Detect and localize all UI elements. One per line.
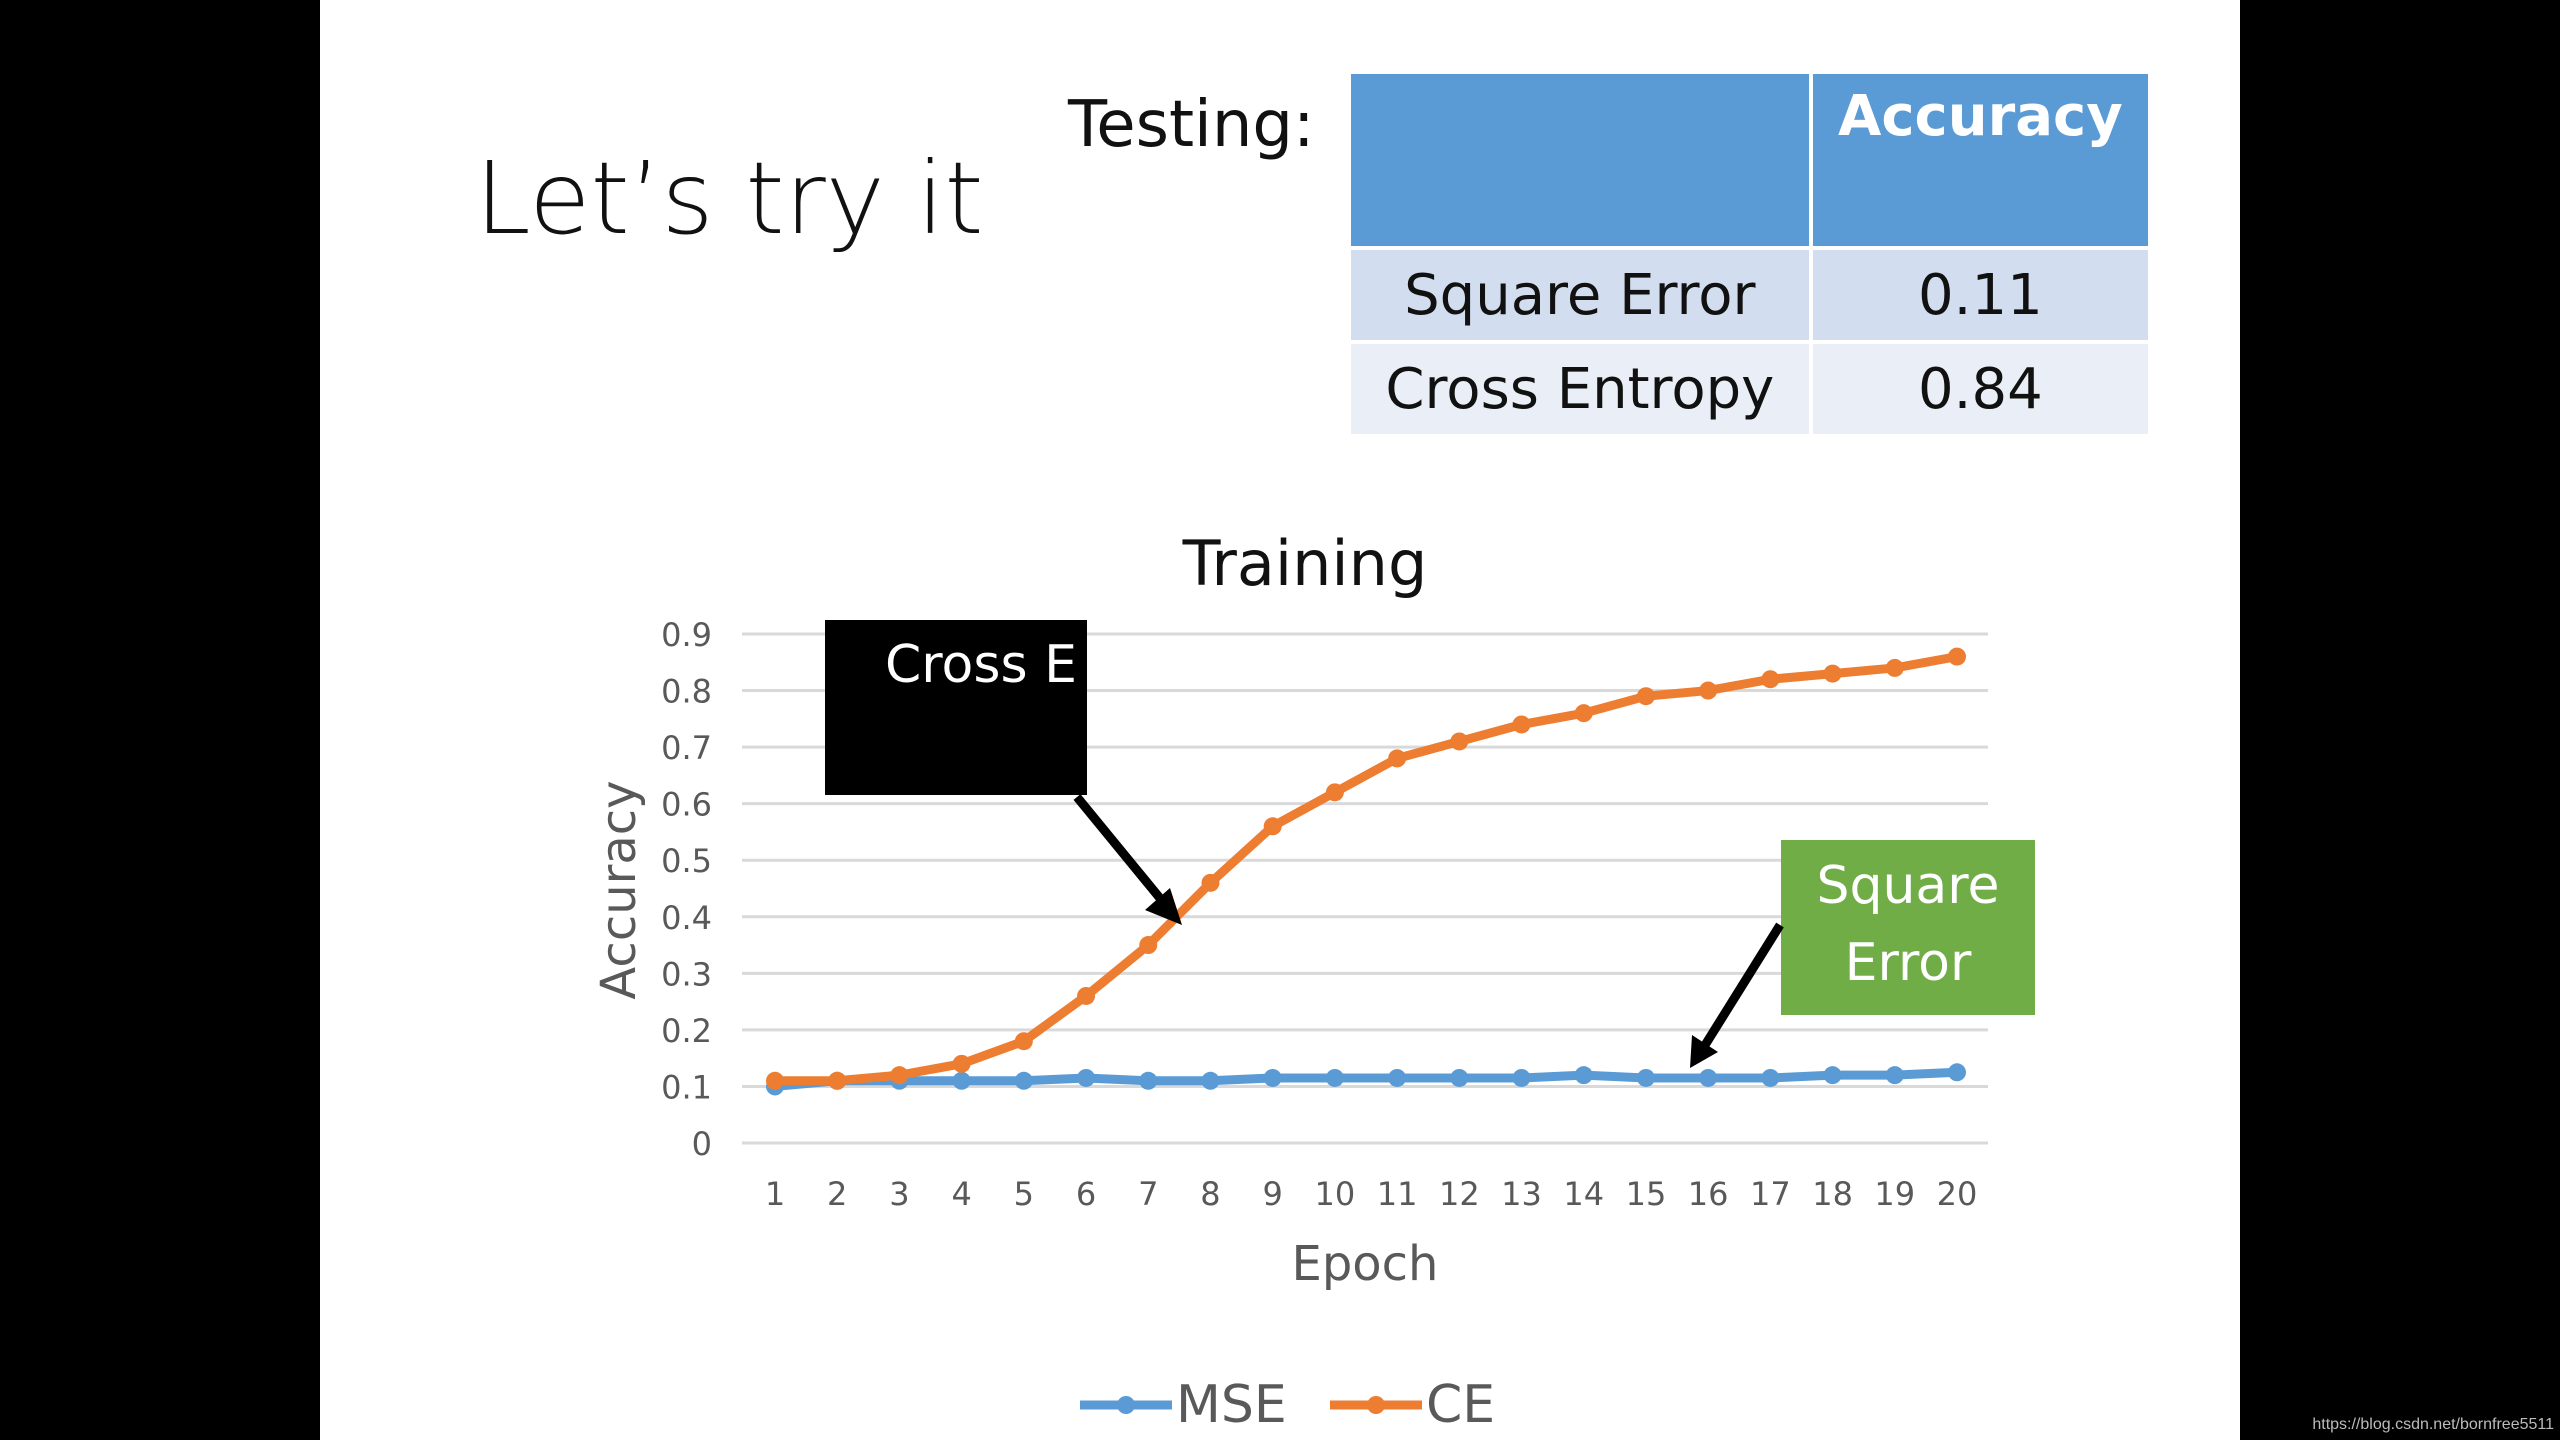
chart-title: Training [1182,527,1428,600]
data-point-mse [1014,1071,1033,1090]
cross-entropy-arrow [1073,794,1172,911]
x-tick-label: 9 [1263,1175,1283,1213]
x-tick-label: 8 [1200,1175,1220,1213]
x-tick-label: 13 [1501,1175,1542,1213]
data-point-ce [828,1071,847,1090]
x-tick-label: 2 [827,1175,847,1213]
data-point-ce [1201,873,1220,892]
y-tick-label: 0.1 [661,1068,712,1106]
data-point-ce [1761,670,1780,689]
y-tick-label: 0.2 [661,1012,712,1050]
x-tick-label: 7 [1138,1175,1158,1213]
y-tick-label: 0.5 [661,842,712,880]
data-point-ce [1948,647,1966,666]
y-tick-label: 0 [692,1125,712,1163]
data-point-ce [1512,715,1531,734]
x-tick-label: 19 [1874,1175,1915,1213]
data-point-ce [1823,664,1842,683]
training-chart: Training 00.10.20.30.40.50.60.70.80.9 12… [591,527,2035,1435]
data-point-mse [1948,1063,1966,1082]
data-point-mse [1699,1068,1718,1087]
x-tick-label: 20 [1937,1175,1978,1213]
square-error-callout-text: Error [1845,933,1972,993]
data-point-mse [1325,1068,1344,1087]
x-tick-label: 18 [1812,1175,1853,1213]
x-tick-label: 17 [1750,1175,1791,1213]
data-point-mse [1139,1071,1158,1090]
data-point-ce [1636,687,1655,706]
x-tick-label: 10 [1315,1175,1356,1213]
data-point-ce [952,1054,971,1073]
data-point-mse [1885,1066,1904,1085]
data-point-ce [1885,658,1904,677]
x-tick-label: 1 [765,1175,785,1213]
data-point-ce [1014,1032,1033,1051]
x-tick-label: 5 [1014,1175,1034,1213]
x-tick-label: 12 [1439,1175,1480,1213]
x-tick-label: 11 [1377,1175,1418,1213]
y-tick-label: 0.9 [661,616,712,654]
legend-marker-mse [1117,1396,1135,1414]
data-point-ce [1388,749,1407,768]
data-point-mse [1263,1068,1282,1087]
data-point-ce [1077,986,1096,1005]
data-point-mse [1636,1068,1655,1087]
data-point-mse [1512,1068,1531,1087]
y-tick-label: 0.8 [661,673,712,711]
x-tick-label: 14 [1563,1175,1604,1213]
legend-label: MSE [1176,1375,1287,1435]
data-point-mse [1450,1068,1469,1087]
x-axis-label: Epoch [1292,1236,1439,1292]
data-point-ce [890,1066,909,1085]
y-tick-label: 0.7 [661,729,712,767]
series-line-mse [774,1067,1958,1091]
data-point-ce [1139,936,1158,955]
cross-entropy-callout-text: Cross E [885,635,1077,695]
y-tick-label: 0.6 [661,786,712,824]
x-tick-label: 16 [1688,1175,1729,1213]
legend-marker-ce [1367,1396,1385,1414]
x-tick-label: 15 [1626,1175,1667,1213]
watermark: https://blog.csdn.net/bornfree5511 [2312,1416,2554,1433]
y-tick-label: 0.4 [661,899,712,937]
data-point-mse [1201,1071,1220,1090]
legend-label: CE [1426,1375,1495,1435]
y-tick-label: 0.3 [661,955,712,993]
data-point-mse [1761,1068,1780,1087]
square-error-callout-text: Square [1816,856,1999,916]
data-point-mse [952,1071,971,1090]
data-point-mse [1388,1068,1407,1087]
data-point-ce [1699,681,1718,700]
x-tick-label: 6 [1076,1175,1096,1213]
data-point-mse [1823,1066,1842,1085]
x-tick-label: 4 [951,1175,971,1213]
data-point-mse [1077,1068,1096,1087]
data-point-ce [1450,732,1469,751]
data-point-ce [766,1071,784,1090]
data-point-ce [1574,704,1593,723]
y-axis-label: Accuracy [591,780,647,999]
data-point-ce [1325,783,1344,802]
data-point-ce [1263,817,1282,836]
data-point-mse [1574,1066,1593,1085]
x-tick-label: 3 [889,1175,909,1213]
